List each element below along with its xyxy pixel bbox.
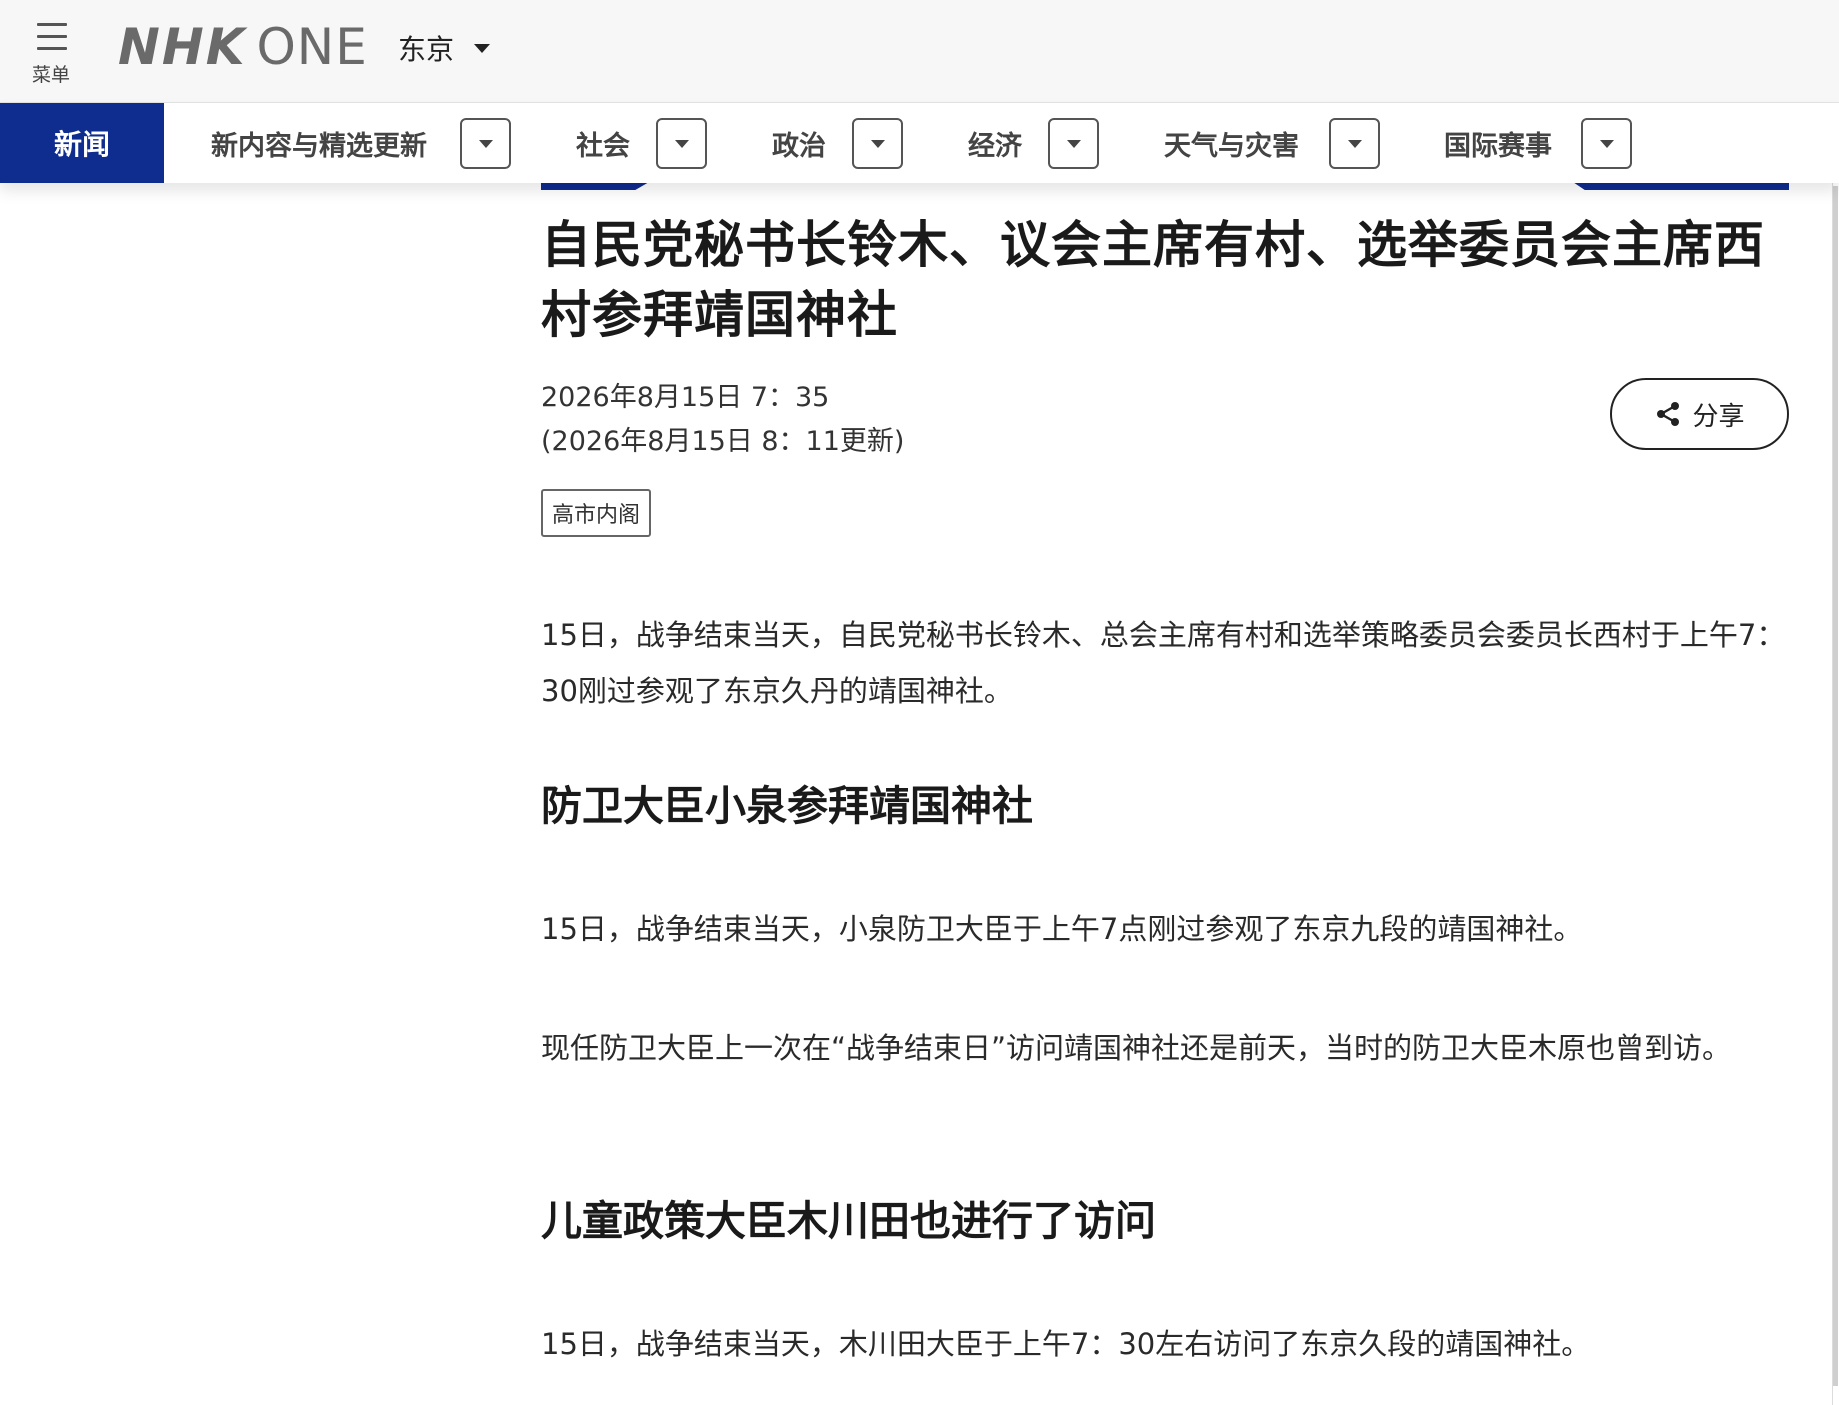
- nav-dropdown-society[interactable]: [656, 118, 707, 169]
- nav-tab-label: 政治: [772, 130, 826, 162]
- nav-tab-label: 天气与灾害: [1164, 130, 1299, 162]
- nav-tab-label: 国际赛事: [1444, 130, 1552, 162]
- nav-dropdown-weather-disaster[interactable]: [1329, 118, 1380, 169]
- updated-time: (2026年8月15日 8：11更新): [541, 426, 905, 457]
- article-paragraph: 15日，战争结束当天，木川田大臣于上午7：30左右访问了东京久段的靖国神社。: [541, 1327, 1591, 1361]
- nav-tab-label: 社会: [576, 130, 630, 162]
- nav-tab-news[interactable]: 新闻: [0, 103, 164, 183]
- article-subheading: 防卫大臣小泉参拜靖国神社: [541, 782, 1033, 830]
- chevron-down-icon: [1348, 140, 1362, 148]
- region-selector[interactable]: 东京: [398, 26, 491, 70]
- menu-button[interactable]: 菜单: [22, 12, 80, 88]
- nav-tab-label: 新内容与精选更新: [211, 130, 427, 162]
- category-nav: 新闻 新内容与精选更新 社会 政治 经济 天气与灾害 国际赛事: [0, 103, 1839, 183]
- nav-dropdown-new-content[interactable]: [460, 118, 511, 169]
- article-paragraph: 15日，战争结束当天，自民党秘书长铃木、总会主席有村和选举策略委员会委员长西村于…: [541, 618, 1786, 708]
- nav-tab-label: 经济: [968, 130, 1022, 162]
- region-label: 东京: [398, 33, 455, 66]
- article-paragraph: 现任防卫大臣上一次在“战争结束日”访问靖国神社还是前天，当时的防卫大臣木原也曾到…: [541, 1031, 1732, 1065]
- top-header: 菜单 NHK ONE 东京: [0, 0, 1839, 103]
- nav-dropdown-politics[interactable]: [852, 118, 903, 169]
- chevron-down-icon: [871, 140, 885, 148]
- nav-tab-society[interactable]: 社会: [576, 103, 630, 183]
- nav-overflow-fade: [1690, 103, 1839, 183]
- article-subheading: 儿童政策大臣木川田也进行了访问: [541, 1197, 1156, 1245]
- caret-down-icon: [474, 43, 491, 53]
- chevron-down-icon: [479, 140, 493, 148]
- share-button[interactable]: 分享: [1610, 378, 1789, 450]
- chevron-down-icon: [675, 140, 689, 148]
- published-time: 2026年8月15日 7：35: [541, 382, 830, 413]
- nav-dropdown-economy[interactable]: [1048, 118, 1099, 169]
- article-timestamps: 2026年8月15日 7：35 (2026年8月15日 8：11更新): [541, 376, 904, 464]
- article-headline: 自民党秘书长铃木、议会主席有村、选举委员会主席西村参拜靖国神社: [541, 216, 1765, 344]
- hamburger-icon: [37, 20, 67, 50]
- article: 自民党秘书长铃木、议会主席有村、选举委员会主席西村参拜靖国神社: [541, 210, 1791, 350]
- nav-tab-weather-disaster[interactable]: 天气与灾害: [1164, 103, 1299, 183]
- nav-dropdown-international-events[interactable]: [1581, 118, 1632, 169]
- article-paragraph: 15日，战争结束当天，小泉防卫大臣于上午7点刚过参观了东京九段的靖国神社。: [541, 912, 1583, 946]
- menu-label: 菜单: [31, 64, 70, 86]
- nav-tab-international-events[interactable]: 国际赛事: [1444, 103, 1552, 183]
- share-label: 分享: [1692, 401, 1745, 432]
- chevron-down-icon: [1067, 140, 1081, 148]
- nav-tab-new-content[interactable]: 新内容与精选更新: [211, 103, 427, 183]
- topic-tag[interactable]: 高市内阁: [541, 489, 652, 537]
- nav-tab-economy[interactable]: 经济: [968, 103, 1022, 183]
- logo-one-text: ONE: [256, 18, 368, 76]
- share-icon: [1657, 402, 1680, 426]
- nhk-one-logo[interactable]: NHK ONE: [118, 16, 368, 78]
- logo-nhk-text: NHK: [118, 18, 247, 76]
- chevron-down-icon: [1600, 140, 1614, 148]
- scrollbar-thumb[interactable]: [1833, 186, 1838, 1386]
- nav-tab-politics[interactable]: 政治: [772, 103, 826, 183]
